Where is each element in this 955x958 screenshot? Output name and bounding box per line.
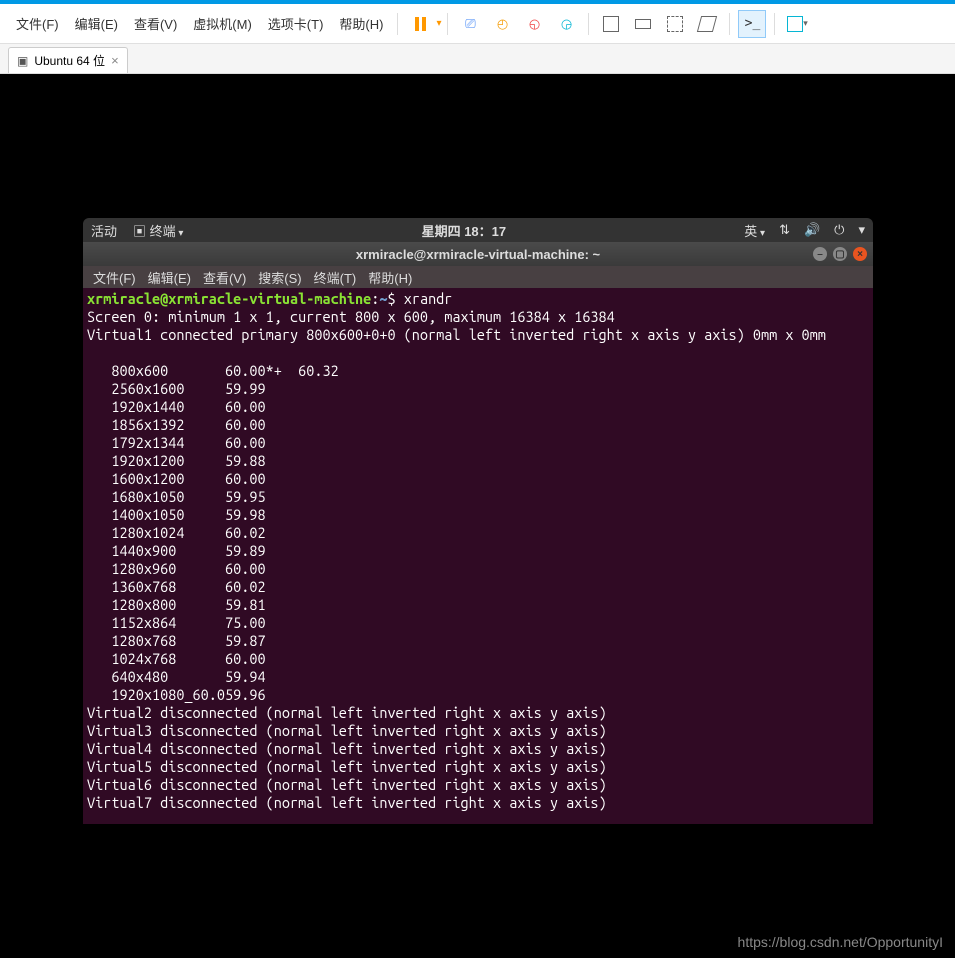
watermark-text: https://blog.csdn.net/OpportunityI: [738, 934, 943, 950]
menu-tabs[interactable]: 选项卡(T): [260, 14, 332, 33]
chevron-down-icon[interactable]: ▾: [858, 222, 865, 238]
window-minimize-button[interactable]: –: [813, 247, 827, 261]
menu-view[interactable]: 查看(V): [126, 14, 185, 33]
snapshot-revert-icon[interactable]: ◵: [520, 10, 548, 38]
term-menu-search[interactable]: 搜索(S): [254, 268, 305, 287]
snapshot-take-icon[interactable]: ◴: [488, 10, 516, 38]
term-menu-file[interactable]: 文件(F): [89, 268, 140, 287]
terminal-title: xrmiracle@xrmiracle-virtual-machine: ~: [356, 247, 600, 262]
menu-vm[interactable]: 虚拟机(M): [185, 14, 260, 33]
unity-icon[interactable]: [629, 10, 657, 38]
terminal-menubar: 文件(F) 编辑(E) 查看(V) 搜索(S) 终端(T) 帮助(H): [83, 266, 873, 288]
fit-guest-icon[interactable]: [661, 10, 689, 38]
send-cad-icon[interactable]: ⎚: [456, 10, 484, 38]
topbar-datetime[interactable]: 星期四 18：17: [183, 221, 744, 240]
vmware-tabbar: ▣ Ubuntu 64 位 ×: [0, 44, 955, 74]
vm-screen: 🗄 🔊 ? >_ 活动 ▣ 终端 星期四 18：17 英 ⇅ 🔊 ⏻: [0, 74, 955, 958]
ubuntu-window: 活动 ▣ 终端 星期四 18：17 英 ⇅ 🔊 ⏻ ▾ xrmiracle@xr…: [83, 218, 873, 824]
power-icon[interactable]: ⏻: [834, 222, 844, 238]
vm-tab-ubuntu[interactable]: ▣ Ubuntu 64 位 ×: [8, 47, 128, 73]
window-maximize-button[interactable]: ▢: [833, 247, 847, 261]
term-menu-edit[interactable]: 编辑(E): [144, 268, 195, 287]
menu-file[interactable]: 文件(F): [8, 14, 67, 33]
tab-label: Ubuntu 64 位: [34, 52, 105, 69]
terminal-output[interactable]: xrmiracle@xrmiracle-virtual-machine:~$ x…: [83, 288, 873, 824]
vmware-menubar: 文件(F) 编辑(E) 查看(V) 虚拟机(M) 选项卡(T) 帮助(H) ▾ …: [0, 4, 955, 44]
snapshot-manager-icon[interactable]: ◶: [552, 10, 580, 38]
console-icon[interactable]: >_: [738, 10, 766, 38]
window-close-button[interactable]: ×: [853, 247, 867, 261]
activities-button[interactable]: 活动: [91, 221, 117, 240]
term-menu-help[interactable]: 帮助(H): [364, 268, 416, 287]
menu-help[interactable]: 帮助(H): [331, 14, 391, 33]
menu-edit[interactable]: 编辑(E): [67, 14, 126, 33]
fullscreen-icon[interactable]: [597, 10, 625, 38]
input-method-indicator[interactable]: 英: [744, 221, 765, 240]
terminal-titlebar[interactable]: xrmiracle@xrmiracle-virtual-machine: ~ –…: [83, 242, 873, 266]
close-icon[interactable]: ×: [111, 53, 119, 68]
network-icon[interactable]: ⇅: [779, 222, 790, 238]
pause-icon[interactable]: [406, 10, 434, 38]
volume-icon[interactable]: 🔊: [804, 222, 820, 238]
term-menu-terminal[interactable]: 终端(T): [310, 268, 361, 287]
gnome-topbar: 活动 ▣ 终端 星期四 18：17 英 ⇅ 🔊 ⏻ ▾: [83, 218, 873, 242]
settings-icon[interactable]: ▾: [783, 10, 811, 38]
term-menu-view[interactable]: 查看(V): [199, 268, 250, 287]
tab-icon: ▣: [17, 54, 28, 68]
app-menu[interactable]: ▣ 终端: [133, 221, 183, 240]
stretch-icon[interactable]: [693, 10, 721, 38]
